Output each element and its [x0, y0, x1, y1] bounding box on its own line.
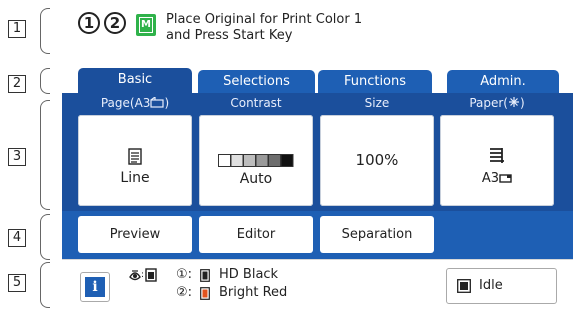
tab-admin[interactable]: Admin. — [447, 70, 559, 94]
mode-badge-letter: M — [139, 17, 153, 33]
ink2-swatch-icon — [200, 287, 210, 300]
paper-value-text: A3 — [481, 171, 500, 186]
info-icon: i — [85, 277, 105, 297]
paper-button[interactable]: A3 — [440, 115, 554, 206]
page-button[interactable]: Line — [78, 115, 192, 206]
tab-functions[interactable]: Functions — [318, 70, 432, 94]
paper-label-text: Paper( — [469, 96, 508, 110]
bracket-1 — [40, 8, 50, 54]
message-line-1: Place Original for Print Color 1 — [166, 12, 363, 27]
bracket-3 — [40, 100, 50, 210]
page-label: Page(A3) — [78, 95, 192, 110]
paper-tray-icon — [490, 148, 504, 163]
ink1-name: HD Black — [219, 267, 279, 282]
tab-bar: Basic Selections Functions Admin. — [62, 68, 573, 94]
contrast-button[interactable]: Auto — [199, 115, 313, 206]
info-button[interactable]: i — [80, 272, 110, 302]
document-icon — [128, 148, 142, 165]
callout-2: 2 — [8, 75, 26, 93]
separation-button[interactable]: Separation — [320, 216, 434, 253]
drum-number-1: 1 — [78, 12, 100, 34]
page-label-text: Page(A3 — [100, 96, 151, 110]
paper-value: A3 — [440, 171, 554, 186]
bracket-2 — [40, 68, 50, 94]
size-button[interactable]: 100% — [320, 115, 434, 206]
svg-text::: : — [141, 270, 144, 280]
page-value: Line — [120, 170, 150, 186]
ink1-swatch-icon — [200, 269, 210, 282]
tab-selections[interactable]: Selections — [198, 70, 315, 94]
callout-5: 5 — [8, 274, 26, 292]
machine-icon — [457, 279, 471, 293]
bracket-5 — [40, 262, 50, 308]
ink1-prefix: ①: — [176, 267, 193, 282]
drum-number-2: 2 — [104, 12, 126, 34]
message-line-2: and Press Start Key — [166, 28, 293, 43]
drum-scan-icon: : — [129, 268, 157, 282]
action-row: Preview Editor Separation — [62, 211, 573, 259]
contrast-value: Auto — [239, 171, 273, 187]
idle-status-button[interactable]: Idle — [446, 268, 557, 304]
contrast-scale-icon — [218, 154, 294, 167]
callout-3: 3 — [8, 148, 26, 166]
editor-button[interactable]: Editor — [199, 216, 313, 253]
idle-label: Idle — [479, 278, 503, 293]
message-header: 1 2 M Place Original for Print Color 1 a… — [62, 8, 573, 58]
control-panel: 1 2 M Place Original for Print Color 1 a… — [62, 0, 573, 315]
tab-basic[interactable]: Basic — [78, 68, 192, 94]
basic-settings-area: Page(A3) Contrast Size Paper() Line Auto — [62, 93, 573, 211]
size-label: Size — [364, 96, 390, 110]
bracket-4 — [40, 214, 50, 260]
page-label-paren: ) — [164, 96, 170, 110]
ink2-name: Bright Red — [219, 285, 288, 300]
status-bar: i : ①: HD Black ②: Bright Red Idle — [62, 259, 573, 315]
ink2-prefix: ②: — [176, 285, 193, 300]
paper-label-close: ) — [519, 96, 525, 110]
contrast-label: Contrast — [230, 96, 282, 110]
callout-4: 4 — [8, 229, 26, 247]
size-value: 100% — [355, 151, 399, 169]
paper-auto-icon — [508, 97, 519, 107]
master-mode-icon: M — [136, 14, 156, 36]
preview-button[interactable]: Preview — [78, 216, 192, 253]
callout-1: 1 — [8, 20, 26, 38]
paper-landscape-icon — [499, 174, 512, 183]
page-orientation-icon — [150, 95, 165, 108]
paper-label: Paper() — [440, 96, 554, 110]
